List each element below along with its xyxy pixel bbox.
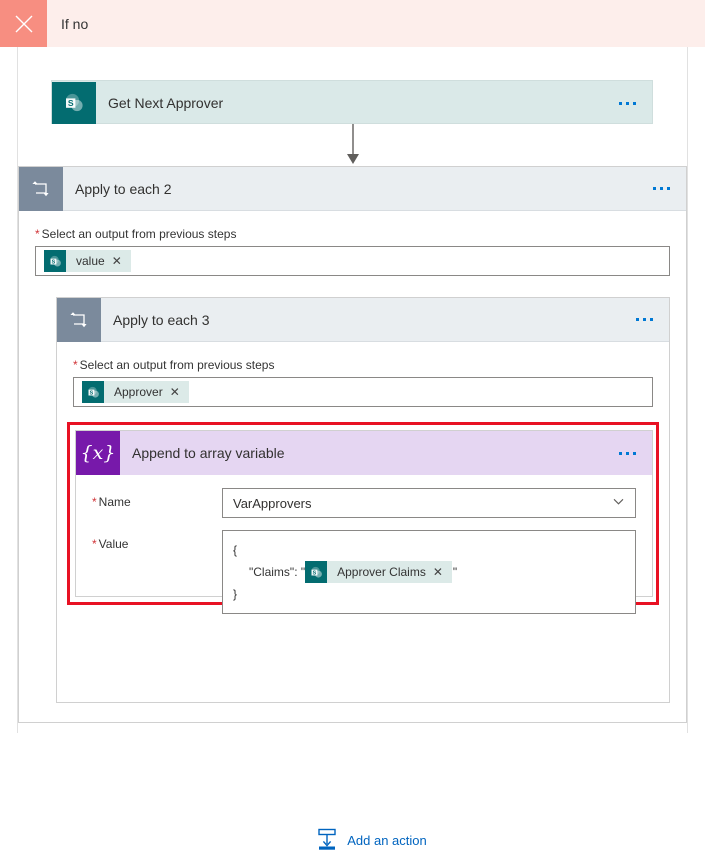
svg-text:S: S [68,98,74,108]
claims-key-prefix: "Claims": " [249,565,306,579]
add-an-action-label: Add an action [347,833,427,848]
dot [636,318,639,321]
value-line-close-brace: } [233,587,238,601]
dot [619,101,622,105]
remove-token-button[interactable]: ✕ [433,566,452,578]
value-field-label: * Value [92,530,222,551]
action-card-get-next-approver[interactable]: S Get Next Approver [51,80,653,124]
name-field-row: * Name VarApprovers [92,488,636,518]
action-card-append-to-array-variable: {x} Append to array variable * Name VarA… [75,430,653,614]
dot [633,451,636,455]
required-marker: * [73,358,78,372]
apply-to-each-2-overflow-menu[interactable] [637,187,686,190]
apply-to-each-3-output-input[interactable]: S Approver ✕ [73,377,653,407]
dot [653,187,656,190]
dot [626,451,629,455]
value-field-row: * Value { "Claims": " S Approver Claims … [92,530,636,614]
append-to-array-variable-title: Append to array variable [132,445,285,461]
token-label: value [76,254,105,268]
add-an-action-button[interactable]: Add an action [19,827,705,854]
field-label-text: Select an output from previous steps [41,227,237,241]
apply-to-each-2-output-input[interactable]: S value ✕ [35,246,670,276]
right-rail-divider [687,47,688,733]
value-line-open-brace: { [233,543,238,557]
dot [667,187,670,190]
token-label: Approver Claims [337,565,426,579]
apply-to-each-2-header[interactable]: Apply to each 2 [19,166,686,211]
apply-to-each-2-title: Apply to each 2 [75,180,172,197]
add-action-icon [316,827,338,854]
apply-to-each-2-field-label: * Select an output from previous steps [35,227,670,241]
apply-to-each-3-field-label: * Select an output from previous steps [73,358,653,372]
dot [650,318,653,321]
dot [633,101,636,105]
if-no-branch-header: If no [0,0,705,47]
required-marker: * [92,537,97,551]
variable-name-select[interactable]: VarApprovers [222,488,636,518]
scope-apply-to-each-3: Apply to each 3 * Select an output from p… [56,297,670,703]
dynamic-content-token-value[interactable]: S value ✕ [44,250,131,272]
variable-braces-glyph: {x} [80,442,116,464]
if-no-label: If no [61,15,89,32]
svg-text:S: S [89,390,93,396]
sharepoint-icon: S [44,250,66,272]
loop-icon [57,297,101,342]
apply-to-each-3-header[interactable]: Apply to each 3 [57,297,669,342]
variable-value-input[interactable]: { "Claims": " S Approver Claims ✕ "} [222,530,636,614]
dot [619,451,622,455]
dynamic-content-token-approver[interactable]: S Approver ✕ [82,381,189,403]
highlight-annotation-append-to-array-variable: {x} Append to array variable * Name VarA… [67,422,659,614]
apply-to-each-3-overflow-menu[interactable] [620,318,669,321]
append-to-array-variable-body: * Name VarApprovers * Value {"Claims": … [76,475,652,614]
close-icon [13,13,35,35]
sharepoint-icon: S [305,561,328,583]
value-label-text: Value [98,537,129,551]
token-label: Approver [114,385,163,399]
dynamic-content-token-approver-claims[interactable]: S Approver Claims ✕ [305,561,452,583]
variable-name-value: VarApprovers [233,495,312,511]
name-label-text: Name [98,495,131,509]
apply-to-each-3-body: *Select an output from previous steps S [57,342,669,407]
claims-value-suffix: " [452,565,458,579]
flow-designer-canvas: If no S Get Next Approver Apply to each … [0,0,705,850]
loop-icon [19,166,63,211]
close-branch-button[interactable] [0,0,47,47]
append-to-array-variable-header[interactable]: {x} Append to array variable [76,431,652,475]
value-line-claims: "Claims": " S Approver Claims ✕ " [233,561,625,583]
scope-apply-to-each-2: Apply to each 2 * Select an output from p… [18,166,687,850]
dot [626,101,629,105]
chevron-down-icon [612,495,625,511]
dot [643,318,646,321]
remove-token-button[interactable]: ✕ [112,255,131,267]
name-field-label: * Name [92,488,222,509]
connector-arrow [344,124,362,166]
dot [660,187,663,190]
get-next-approver-overflow-menu[interactable] [603,101,652,105]
sharepoint-icon: S [52,82,96,124]
svg-text:S: S [312,570,316,576]
apply-to-each-2-body: * Select an output from previous steps S … [19,211,686,276]
sharepoint-icon: S [82,381,104,403]
field-label-text: Select an output from previous steps [79,358,275,372]
required-marker: * [35,227,40,241]
get-next-approver-title: Get Next Approver [108,95,224,111]
apply-to-each-3-title: Apply to each 3 [113,311,210,328]
svg-text:S: S [51,259,55,265]
get-next-approver-header: S Get Next Approver [52,81,652,125]
append-to-array-variable-overflow-menu[interactable] [603,451,652,455]
required-marker: * [92,495,97,509]
remove-token-button[interactable]: ✕ [170,386,189,398]
variable-braces-icon: {x} [76,431,120,475]
